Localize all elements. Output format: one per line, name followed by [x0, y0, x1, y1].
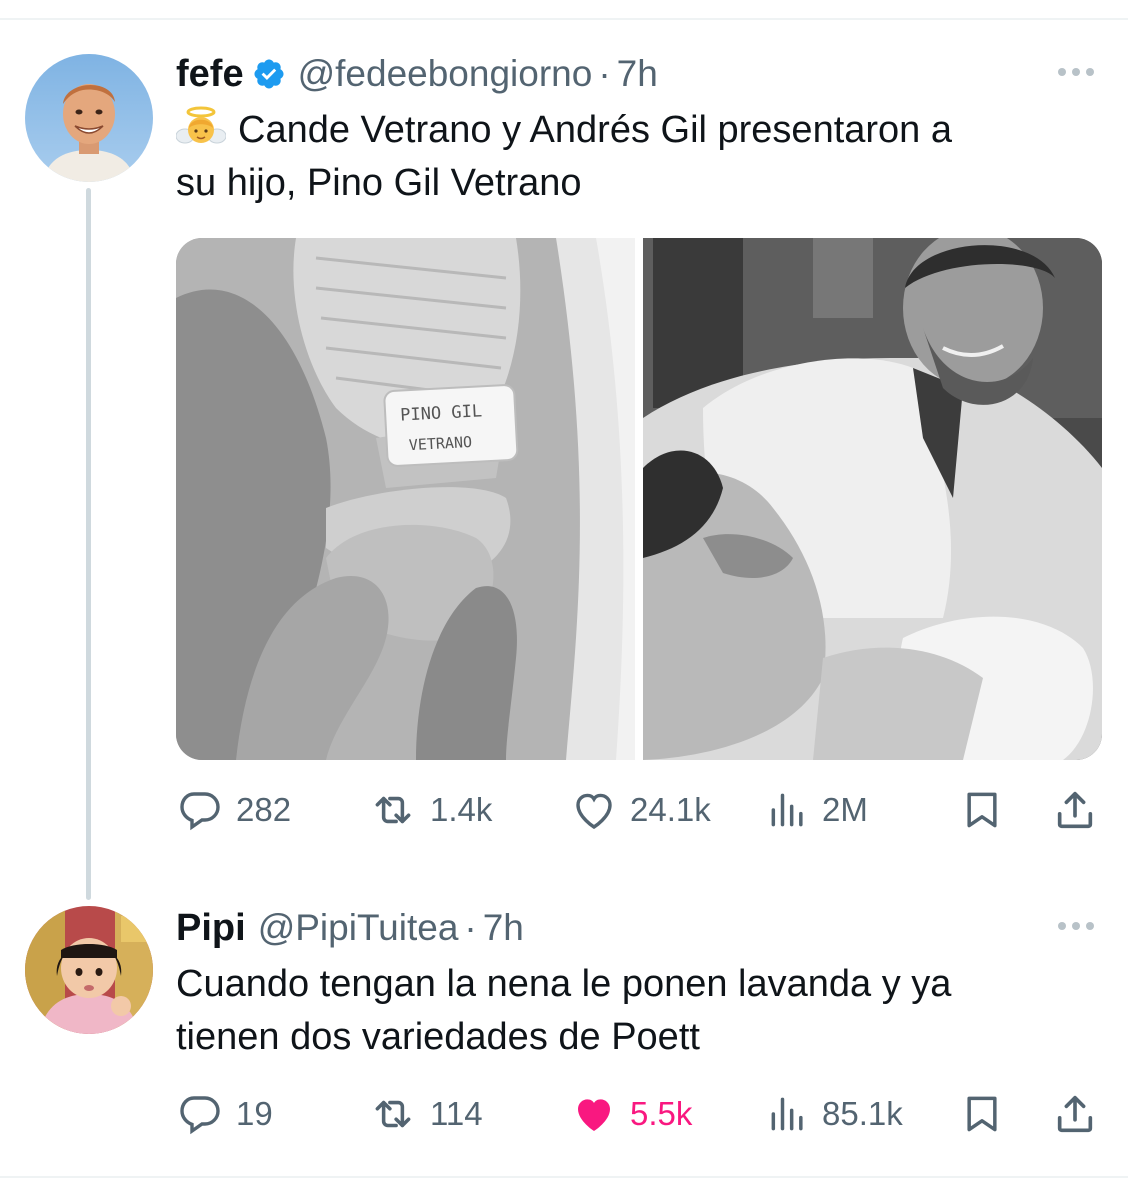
retweet-button[interactable]: 1.4k [368, 780, 492, 840]
wristband-text-line-1: PINO GIL [400, 401, 483, 425]
retweet-count: 114 [430, 1095, 483, 1132]
more-icon[interactable] [1058, 922, 1094, 930]
wristband-text-line-2: VETRANO [408, 433, 472, 454]
share-button[interactable] [1052, 780, 1098, 840]
reply-icon [180, 792, 220, 831]
views-count: 2M [822, 791, 868, 828]
tweet-text-line-1: Cande Vetrano y Andrés Gil presentaron a [238, 109, 953, 151]
like-count: 5.5k [630, 1095, 693, 1132]
like-icon-filled [578, 1099, 610, 1131]
bookmark-button[interactable] [960, 780, 1004, 840]
reply-count: 19 [236, 1095, 273, 1132]
timestamp[interactable]: 7h [483, 907, 524, 949]
retweet-button[interactable]: 114 [368, 1084, 483, 1144]
reply-icon [180, 1096, 220, 1135]
avatar-pipi[interactable] [25, 906, 153, 1034]
tweet-text-line-2: su hijo, Pino Gil Vetrano [176, 162, 582, 204]
more-icon[interactable] [1058, 68, 1094, 76]
like-button[interactable]: 5.5k [570, 1084, 692, 1144]
reply-button[interactable]: 282 [176, 780, 291, 840]
like-button[interactable]: 24.1k [570, 780, 711, 840]
views-count: 85.1k [822, 1095, 903, 1132]
views-icon [771, 793, 803, 827]
verified-badge-icon [252, 57, 286, 91]
display-name[interactable]: Pipi [176, 907, 246, 950]
handle[interactable]: @PipiTuitea [258, 907, 459, 949]
tweet-actions: 19 114 5.5k 85.1k [176, 1084, 1102, 1144]
tweet-text-line-2: tienen dos variedades de Poett [176, 1016, 700, 1058]
display-name[interactable]: fefe [176, 53, 244, 96]
bookmark-icon [967, 1096, 997, 1132]
share-button[interactable] [1052, 1084, 1098, 1144]
top-divider [0, 18, 1128, 20]
media-grid[interactable]: PINO GIL VETRANO [176, 238, 1102, 760]
handle[interactable]: @fedeebongiorno [298, 53, 593, 95]
timestamp[interactable]: 7h [617, 53, 658, 95]
tweet-header: fefe @fedeebongiorno · 7h [176, 52, 658, 96]
like-icon [576, 793, 612, 830]
bookmark-button[interactable] [960, 1084, 1004, 1144]
retweet-count: 1.4k [430, 791, 493, 828]
views-button[interactable]: 2M [766, 780, 868, 840]
tweet-text: Cuando tengan la nena le ponen lavanda y… [176, 958, 1096, 1064]
like-count: 24.1k [630, 791, 711, 828]
separator-dot: · [598, 53, 611, 94]
photo-parents-with-baby[interactable] [643, 238, 1102, 760]
reply-count: 282 [236, 791, 292, 828]
bookmark-icon [967, 792, 997, 828]
thread-connector-line [86, 188, 91, 900]
share-icon [1057, 1095, 1093, 1133]
tweet-text: Cande Vetrano y Andrés Gil presentaron a… [175, 104, 1096, 210]
share-icon [1057, 791, 1093, 829]
avatar-fefe[interactable] [25, 54, 153, 182]
baby-angel-emoji-icon [175, 106, 227, 150]
tweet-actions: 282 1.4k 24.1k 2M [176, 780, 1102, 840]
retweet-icon [375, 796, 411, 824]
bottom-divider [0, 1176, 1128, 1178]
views-icon [771, 1097, 803, 1131]
reply-button[interactable]: 19 [176, 1084, 273, 1144]
photo-baby-wristband[interactable]: PINO GIL VETRANO [176, 238, 635, 760]
tweet-header: Pipi @PipiTuitea · 7h [176, 906, 524, 950]
views-button[interactable]: 85.1k [766, 1084, 903, 1144]
retweet-icon [375, 1100, 411, 1128]
tweet-text-line-1: Cuando tengan la nena le ponen lavanda y… [176, 963, 952, 1005]
separator-dot: · [464, 907, 477, 948]
